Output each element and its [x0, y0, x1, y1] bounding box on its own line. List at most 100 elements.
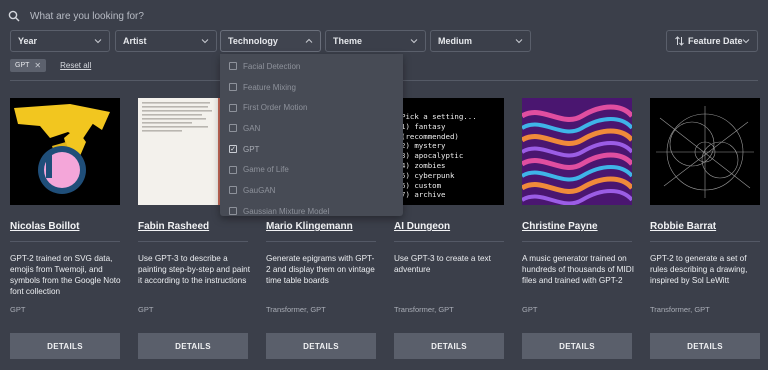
- card-divider: [10, 241, 120, 242]
- medium-dropdown-label: Medium: [438, 36, 473, 46]
- terminal-option: 1) fantasy (recommended): [401, 121, 459, 141]
- artist-name[interactable]: Robbie Barrat: [650, 221, 716, 232]
- technology-option-label: GauGAN: [243, 185, 276, 195]
- artwork-description: Generate epigrams with GPT-2 and display…: [266, 254, 375, 285]
- technology-dropdown-label: Technology: [228, 36, 278, 46]
- technology-tags: GPT: [522, 305, 538, 314]
- technology-option[interactable]: Feature Mixing: [220, 77, 403, 98]
- artwork-description: Use GPT-3 to describe a painting step-by…: [138, 254, 250, 285]
- card-divider: [394, 241, 504, 242]
- chevron-up-icon: [305, 38, 313, 43]
- terminal-option: 7) archive: [401, 190, 446, 200]
- year-dropdown[interactable]: Year: [10, 30, 110, 52]
- technology-tags: GPT: [10, 305, 26, 314]
- technology-menu: Facial Detection Feature Mixing First Or…: [220, 54, 403, 216]
- checkbox[interactable]: [229, 103, 237, 112]
- card-divider: [522, 241, 632, 242]
- technology-option-label: Feature Mixing: [243, 82, 296, 92]
- medium-dropdown[interactable]: Medium: [430, 30, 531, 52]
- close-icon[interactable]: ✕: [34, 61, 41, 70]
- filter-chip-gpt[interactable]: GPT ✕: [10, 58, 47, 72]
- filter-chip-label: GPT: [15, 61, 30, 69]
- artwork-card: Robbie Barrat GPT-2 to generate a set of…: [650, 98, 760, 359]
- filter-bar: Year Artist Technology Theme Medium Feat…: [10, 30, 758, 52]
- card-divider: [266, 241, 376, 242]
- robbie-barrat-artwork: [650, 98, 760, 205]
- artist-name[interactable]: Fabin Rasheed: [138, 221, 209, 232]
- artist-dropdown[interactable]: Artist: [115, 30, 217, 52]
- technology-option-gpt[interactable]: ✓ GPT: [220, 139, 403, 160]
- terminal-text: Pick a setting... 1) fantasy (recommende…: [401, 112, 501, 200]
- christine-payne-artwork: [522, 98, 632, 205]
- checkbox[interactable]: [229, 62, 237, 71]
- artwork-description: Use GPT-3 to create a text adventure: [394, 254, 491, 274]
- terminal-option: 3) apocalyptic: [401, 151, 464, 161]
- reset-all-link[interactable]: Reset all: [60, 61, 91, 70]
- checkbox[interactable]: [229, 165, 237, 174]
- artwork-description: GPT-2 trained on SVG data, emojis from T…: [10, 254, 121, 296]
- technology-option-label: Facial Detection: [243, 61, 301, 71]
- artwork-description: GPT-2 to generate a set of rules describ…: [650, 254, 748, 285]
- details-button[interactable]: DETAILS: [266, 333, 376, 359]
- technology-option-label: Game of Life: [243, 165, 289, 175]
- technology-option-label: GAN: [243, 123, 261, 133]
- technology-option[interactable]: Facial Detection: [220, 56, 403, 77]
- sort-dropdown-label: Feature Date: [688, 36, 743, 46]
- checkbox[interactable]: [229, 207, 237, 216]
- artist-name[interactable]: AI Dungeon: [394, 221, 450, 232]
- details-button[interactable]: DETAILS: [138, 333, 248, 359]
- year-dropdown-label: Year: [18, 36, 38, 46]
- terminal-prompt: Pick a setting...: [401, 112, 477, 121]
- active-filters: GPT ✕ Reset all: [10, 58, 91, 72]
- theme-dropdown-label: Theme: [333, 36, 363, 46]
- checkbox-checked[interactable]: ✓: [229, 145, 237, 154]
- technology-dropdown[interactable]: Technology: [220, 30, 321, 52]
- search-bar: [8, 6, 748, 26]
- terminal-option: 6) custom: [401, 180, 442, 190]
- details-button[interactable]: DETAILS: [522, 333, 632, 359]
- artwork-thumbnail[interactable]: [10, 98, 120, 205]
- terminal-option: 5) cyberpunk: [401, 170, 455, 180]
- technology-tags: Transformer, GPT: [266, 305, 326, 314]
- technology-tags: Transformer, GPT: [650, 305, 710, 314]
- checkbox[interactable]: [229, 124, 237, 133]
- chevron-down-icon: [515, 39, 523, 44]
- artist-name[interactable]: Nicolas Boillot: [10, 221, 79, 232]
- checkmark-icon: ✓: [230, 146, 236, 154]
- technology-option[interactable]: Gaussian Mixture Model: [220, 201, 403, 216]
- chevron-down-icon: [742, 39, 750, 44]
- technology-option-label: GPT: [243, 144, 260, 154]
- details-button[interactable]: DETAILS: [394, 333, 504, 359]
- search-input[interactable]: [30, 10, 430, 22]
- artwork-description: A music generator trained on hundreds of…: [522, 254, 634, 285]
- chevron-down-icon: [94, 39, 102, 44]
- theme-dropdown[interactable]: Theme: [325, 30, 426, 52]
- checkbox[interactable]: [229, 186, 237, 195]
- nicolas-boillot-artwork: [14, 104, 110, 194]
- artist-name[interactable]: Christine Payne: [522, 221, 598, 232]
- search-icon[interactable]: [8, 10, 20, 22]
- details-button[interactable]: DETAILS: [650, 333, 760, 359]
- artist-name[interactable]: Mario Klingemann: [266, 221, 353, 232]
- artwork-thumbnail[interactable]: [522, 98, 632, 205]
- technology-tags: GPT: [138, 305, 154, 314]
- chevron-down-icon: [410, 39, 418, 44]
- artwork-card: Pick a setting... 1) fantasy (recommende…: [394, 98, 504, 359]
- artwork-card: Christine Payne A music generator traine…: [522, 98, 634, 359]
- artist-dropdown-label: Artist: [123, 36, 147, 46]
- chevron-down-icon: [201, 39, 209, 44]
- sort-icon: [675, 36, 684, 46]
- technology-option[interactable]: GauGAN: [220, 180, 403, 201]
- technology-tags: Transformer, GPT: [394, 305, 454, 314]
- terminal-option: 4) zombies: [401, 160, 446, 170]
- artwork-card: Nicolas Boillot GPT-2 trained on SVG dat…: [10, 98, 121, 359]
- sort-dropdown[interactable]: Feature Date: [666, 30, 758, 52]
- technology-option-label: First Order Motion: [243, 103, 308, 113]
- details-button[interactable]: DETAILS: [10, 333, 120, 359]
- artwork-thumbnail[interactable]: Pick a setting... 1) fantasy (recommende…: [394, 98, 504, 205]
- technology-option[interactable]: First Order Motion: [220, 97, 403, 118]
- checkbox[interactable]: [229, 83, 237, 92]
- technology-option[interactable]: Game of Life: [220, 159, 403, 180]
- artwork-thumbnail[interactable]: [650, 98, 760, 205]
- technology-option[interactable]: GAN: [220, 118, 403, 139]
